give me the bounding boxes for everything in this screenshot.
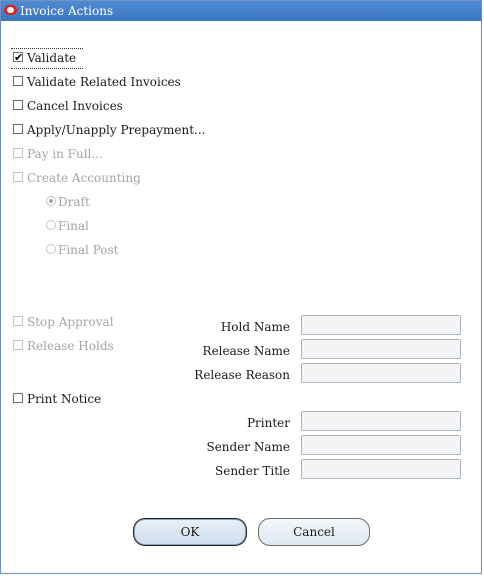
apply-prepayment-label: Apply/Unapply Prepayment... [27, 123, 206, 137]
validate-checkbox[interactable] [13, 49, 23, 67]
sender-title-label: Sender Title [215, 464, 290, 478]
stop-approval-label: Stop Approval [27, 315, 114, 329]
radio-final-post[interactable] [46, 244, 56, 254]
release-holds-checkbox[interactable] [13, 340, 23, 350]
apply-prepayment-checkbox[interactable] [13, 124, 23, 134]
hold-name-field[interactable] [301, 315, 461, 335]
validate-related-label: Validate Related Invoices [27, 75, 181, 89]
cancel-invoices-checkbox[interactable] [13, 100, 23, 110]
sender-name-label: Sender Name [206, 440, 290, 454]
radio-draft-label: Draft [58, 195, 90, 209]
release-name-label: Release Name [202, 344, 290, 358]
ok-button[interactable]: OK [133, 518, 247, 546]
hold-name-label: Hold Name [220, 320, 290, 334]
pay-in-full-label: Pay in Full... [27, 147, 103, 161]
radio-final-post-label: Final Post [58, 243, 119, 257]
oracle-logo-icon [4, 5, 17, 15]
print-notice-label: Print Notice [27, 392, 102, 406]
validate-label: Validate [27, 51, 77, 65]
radio-draft[interactable] [46, 196, 56, 206]
invoice-actions-window: Invoice Actions Validate Validate Relate… [0, 0, 482, 574]
release-holds-label: Release Holds [27, 339, 114, 353]
validate-related-checkbox[interactable] [13, 76, 23, 86]
release-name-field[interactable] [301, 339, 461, 359]
pay-in-full-checkbox[interactable] [13, 148, 23, 158]
print-notice-checkbox[interactable] [13, 393, 23, 403]
create-accounting-checkbox[interactable] [13, 172, 23, 182]
release-reason-label: Release Reason [194, 368, 290, 382]
stop-approval-checkbox[interactable] [13, 316, 23, 326]
radio-final[interactable] [46, 220, 56, 230]
printer-label: Printer [246, 416, 290, 430]
window-title: Invoice Actions [20, 4, 114, 18]
cancel-button[interactable]: Cancel [258, 518, 370, 546]
radio-final-label: Final [58, 219, 89, 233]
sender-name-field[interactable] [301, 435, 461, 455]
create-accounting-label: Create Accounting [27, 171, 141, 185]
printer-field[interactable] [301, 411, 461, 431]
release-reason-field[interactable] [301, 363, 461, 383]
title-bar[interactable]: Invoice Actions [1, 1, 481, 21]
dialog-content: Validate Validate Related Invoices Cance… [2, 21, 480, 572]
sender-title-field[interactable] [301, 459, 461, 479]
cancel-invoices-label: Cancel Invoices [27, 99, 123, 113]
